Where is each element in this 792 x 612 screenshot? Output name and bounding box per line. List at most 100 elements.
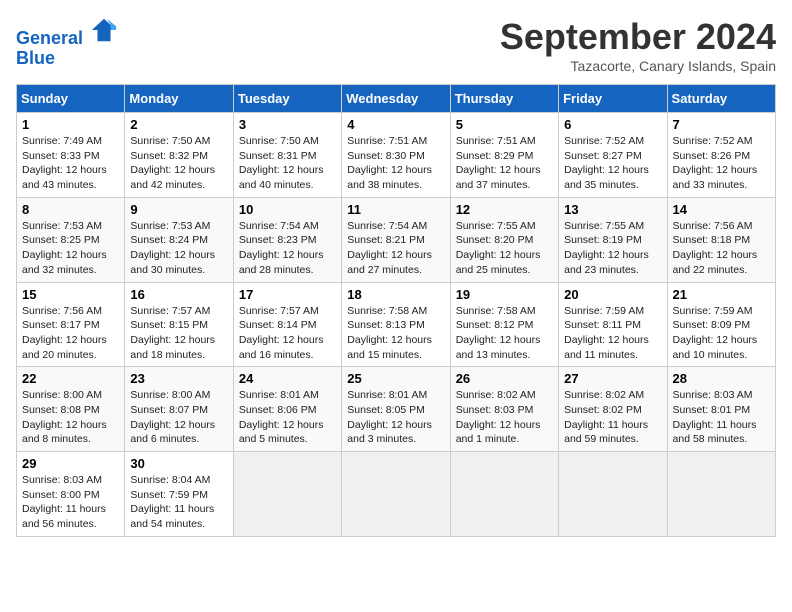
calendar-cell: 8 Sunrise: 7:53 AMSunset: 8:25 PMDaylight… <box>17 197 125 282</box>
day-info: Sunrise: 7:55 AMSunset: 8:20 PMDaylight:… <box>456 219 553 278</box>
day-number: 22 <box>22 371 119 386</box>
calendar-cell: 4Sunrise: 7:51 AMSunset: 8:30 PMDaylight… <box>342 113 450 198</box>
day-number: 14 <box>673 202 770 217</box>
calendar-cell: 23 Sunrise: 8:00 AMSunset: 8:07 PMDayligh… <box>125 367 233 452</box>
day-info: Sunrise: 7:53 AMSunset: 8:24 PMDaylight:… <box>130 219 227 278</box>
day-header-wednesday: Wednesday <box>342 85 450 113</box>
day-info: Sunrise: 8:03 AMSunset: 8:01 PMDaylight:… <box>673 388 770 447</box>
day-info: Sunrise: 8:04 AMSunset: 7:59 PMDaylight:… <box>130 473 227 532</box>
day-number: 23 <box>130 371 227 386</box>
day-number: 7 <box>673 117 770 132</box>
calendar-cell: 3 Sunrise: 7:50 AMSunset: 8:31 PMDaylight… <box>233 113 341 198</box>
calendar-cell <box>233 452 341 537</box>
calendar-week-5: 29Sunrise: 8:03 AMSunset: 8:00 PMDayligh… <box>17 452 776 537</box>
day-header-sunday: Sunday <box>17 85 125 113</box>
logo-line2: Blue <box>16 48 55 68</box>
day-info: Sunrise: 7:50 AMSunset: 8:31 PMDaylight:… <box>239 134 336 193</box>
day-header-thursday: Thursday <box>450 85 558 113</box>
calendar-cell: 26 Sunrise: 8:02 AMSunset: 8:03 PMDayligh… <box>450 367 558 452</box>
day-number: 25 <box>347 371 444 386</box>
day-number: 17 <box>239 287 336 302</box>
day-number: 8 <box>22 202 119 217</box>
day-info: Sunrise: 7:58 AMSunset: 8:12 PMDaylight:… <box>456 304 553 363</box>
title-block: September 2024 Tazacorte, Canary Islands… <box>500 16 776 74</box>
calendar-cell: 10Sunrise: 7:54 AMSunset: 8:23 PMDayligh… <box>233 197 341 282</box>
day-info: Sunrise: 8:02 AMSunset: 8:03 PMDaylight:… <box>456 388 553 447</box>
header-row: SundayMondayTuesdayWednesdayThursdayFrid… <box>17 85 776 113</box>
calendar-week-4: 22 Sunrise: 8:00 AMSunset: 8:08 PMDayligh… <box>17 367 776 452</box>
day-number: 12 <box>456 202 553 217</box>
day-number: 24 <box>239 371 336 386</box>
calendar-cell <box>450 452 558 537</box>
day-number: 30 <box>130 456 227 471</box>
day-number: 5 <box>456 117 553 132</box>
calendar-week-2: 8 Sunrise: 7:53 AMSunset: 8:25 PMDaylight… <box>17 197 776 282</box>
day-info: Sunrise: 7:58 AMSunset: 8:13 PMDaylight:… <box>347 304 444 363</box>
day-header-friday: Friday <box>559 85 667 113</box>
calendar-cell <box>559 452 667 537</box>
calendar-cell: 25 Sunrise: 8:01 AMSunset: 8:05 PMDayligh… <box>342 367 450 452</box>
calendar-cell <box>342 452 450 537</box>
calendar-cell: 30 Sunrise: 8:04 AMSunset: 7:59 PMDayligh… <box>125 452 233 537</box>
day-info: Sunrise: 7:49 AMSunset: 8:33 PMDaylight:… <box>22 134 119 193</box>
day-header-monday: Monday <box>125 85 233 113</box>
day-number: 2 <box>130 117 227 132</box>
calendar-cell: 19Sunrise: 7:58 AMSunset: 8:12 PMDayligh… <box>450 282 558 367</box>
calendar-cell: 24 Sunrise: 8:01 AMSunset: 8:06 PMDayligh… <box>233 367 341 452</box>
day-number: 9 <box>130 202 227 217</box>
day-info: Sunrise: 7:50 AMSunset: 8:32 PMDaylight:… <box>130 134 227 193</box>
calendar-cell: 20 Sunrise: 7:59 AMSunset: 8:11 PMDayligh… <box>559 282 667 367</box>
day-info: Sunrise: 8:02 AMSunset: 8:02 PMDaylight:… <box>564 388 661 447</box>
day-info: Sunrise: 7:56 AMSunset: 8:18 PMDaylight:… <box>673 219 770 278</box>
day-number: 26 <box>456 371 553 386</box>
day-info: Sunrise: 8:03 AMSunset: 8:00 PMDaylight:… <box>22 473 119 532</box>
day-number: 4 <box>347 117 444 132</box>
day-info: Sunrise: 7:52 AMSunset: 8:26 PMDaylight:… <box>673 134 770 193</box>
day-info: Sunrise: 7:54 AMSunset: 8:21 PMDaylight:… <box>347 219 444 278</box>
calendar-cell: 7 Sunrise: 7:52 AMSunset: 8:26 PMDaylight… <box>667 113 775 198</box>
calendar-cell: 1 Sunrise: 7:49 AMSunset: 8:33 PMDaylight… <box>17 113 125 198</box>
day-info: Sunrise: 8:00 AMSunset: 8:08 PMDaylight:… <box>22 388 119 447</box>
calendar-cell: 6Sunrise: 7:52 AMSunset: 8:27 PMDaylight… <box>559 113 667 198</box>
logo-text: General <box>16 16 118 49</box>
calendar-cell: 28 Sunrise: 8:03 AMSunset: 8:01 PMDayligh… <box>667 367 775 452</box>
calendar-cell: 2 Sunrise: 7:50 AMSunset: 8:32 PMDaylight… <box>125 113 233 198</box>
page-header: General Blue September 2024 Tazacorte, C… <box>16 16 776 74</box>
day-number: 28 <box>673 371 770 386</box>
calendar-cell: 9 Sunrise: 7:53 AMSunset: 8:24 PMDaylight… <box>125 197 233 282</box>
day-info: Sunrise: 7:57 AMSunset: 8:14 PMDaylight:… <box>239 304 336 363</box>
calendar-cell: 27 Sunrise: 8:02 AMSunset: 8:02 PMDayligh… <box>559 367 667 452</box>
calendar-cell: 21Sunrise: 7:59 AMSunset: 8:09 PMDayligh… <box>667 282 775 367</box>
day-info: Sunrise: 7:54 AMSunset: 8:23 PMDaylight:… <box>239 219 336 278</box>
day-info: Sunrise: 7:53 AMSunset: 8:25 PMDaylight:… <box>22 219 119 278</box>
day-number: 20 <box>564 287 661 302</box>
day-info: Sunrise: 8:01 AMSunset: 8:05 PMDaylight:… <box>347 388 444 447</box>
day-number: 18 <box>347 287 444 302</box>
day-header-saturday: Saturday <box>667 85 775 113</box>
day-info: Sunrise: 8:00 AMSunset: 8:07 PMDaylight:… <box>130 388 227 447</box>
calendar-cell: 12 Sunrise: 7:55 AMSunset: 8:20 PMDayligh… <box>450 197 558 282</box>
calendar-week-3: 15Sunrise: 7:56 AMSunset: 8:17 PMDayligh… <box>17 282 776 367</box>
day-number: 1 <box>22 117 119 132</box>
day-info: Sunrise: 8:01 AMSunset: 8:06 PMDaylight:… <box>239 388 336 447</box>
calendar-cell: 11Sunrise: 7:54 AMSunset: 8:21 PMDayligh… <box>342 197 450 282</box>
calendar-cell: 14 Sunrise: 7:56 AMSunset: 8:18 PMDayligh… <box>667 197 775 282</box>
calendar-cell: 29Sunrise: 8:03 AMSunset: 8:00 PMDayligh… <box>17 452 125 537</box>
calendar-week-1: 1 Sunrise: 7:49 AMSunset: 8:33 PMDaylight… <box>17 113 776 198</box>
day-number: 3 <box>239 117 336 132</box>
day-number: 27 <box>564 371 661 386</box>
calendar-cell: 15Sunrise: 7:56 AMSunset: 8:17 PMDayligh… <box>17 282 125 367</box>
day-number: 15 <box>22 287 119 302</box>
day-info: Sunrise: 7:51 AMSunset: 8:29 PMDaylight:… <box>456 134 553 193</box>
day-number: 6 <box>564 117 661 132</box>
calendar-cell: 18 Sunrise: 7:58 AMSunset: 8:13 PMDayligh… <box>342 282 450 367</box>
day-number: 21 <box>673 287 770 302</box>
calendar-cell: 17 Sunrise: 7:57 AMSunset: 8:14 PMDayligh… <box>233 282 341 367</box>
day-info: Sunrise: 7:59 AMSunset: 8:11 PMDaylight:… <box>564 304 661 363</box>
calendar-cell: 13Sunrise: 7:55 AMSunset: 8:19 PMDayligh… <box>559 197 667 282</box>
calendar-cell: 16Sunrise: 7:57 AMSunset: 8:15 PMDayligh… <box>125 282 233 367</box>
day-info: Sunrise: 7:57 AMSunset: 8:15 PMDaylight:… <box>130 304 227 363</box>
month-title: September 2024 <box>500 16 776 58</box>
calendar-table: SundayMondayTuesdayWednesdayThursdayFrid… <box>16 84 776 537</box>
day-header-tuesday: Tuesday <box>233 85 341 113</box>
